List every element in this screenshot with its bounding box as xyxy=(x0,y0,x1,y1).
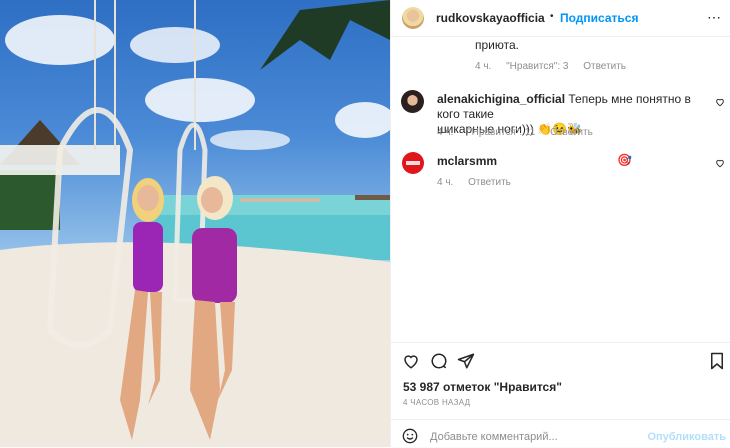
comment-meta: 4 ч. "Нравится": 11 Ответить xyxy=(437,127,605,138)
comment-icon[interactable] xyxy=(430,352,448,370)
action-bar xyxy=(391,342,730,370)
author-username[interactable]: rudkovskayaofficia xyxy=(436,11,545,25)
reply-button[interactable]: Ответить xyxy=(468,177,511,188)
follow-button[interactable]: Подписаться xyxy=(560,11,638,25)
comment-time[interactable]: 4 ч. xyxy=(437,127,453,138)
like-icon[interactable] xyxy=(402,352,420,370)
comment-time[interactable]: 4 ч. xyxy=(437,177,453,188)
commenter-username[interactable]: alenakichigina_official xyxy=(437,92,565,106)
comment-time[interactable]: 4 ч. xyxy=(475,61,491,72)
comment-likes[interactable]: "Нравится": 3 xyxy=(506,61,568,72)
like-comment-icon[interactable] xyxy=(715,97,725,107)
post-photo[interactable] xyxy=(0,0,390,447)
share-icon[interactable] xyxy=(457,352,475,370)
comment-meta: 4 ч. "Нравится": 3 Ответить xyxy=(475,61,638,72)
comment-input[interactable]: Добавьте комментарий... xyxy=(430,431,558,443)
comment-meta: 4 ч. Ответить xyxy=(437,177,523,188)
post-timestamp[interactable]: 4 ЧАСОВ НАЗАД xyxy=(403,398,470,407)
post-panel: rudkovskayaofficia • Подписаться ⋯ приют… xyxy=(390,0,730,447)
post-header: rudkovskayaofficia • Подписаться ⋯ xyxy=(391,0,730,37)
emoji-icon[interactable] xyxy=(402,428,418,444)
author-avatar[interactable] xyxy=(402,7,424,29)
reply-button[interactable]: Ответить xyxy=(583,61,626,72)
commenter-username[interactable]: mclarsmm xyxy=(437,154,497,169)
commenter-avatar[interactable] xyxy=(401,90,424,113)
comment-likes[interactable]: "Нравится": 11 xyxy=(468,127,535,138)
likes-count[interactable]: 53 987 отметок "Нравится" xyxy=(403,380,562,394)
beach-photo xyxy=(0,0,390,447)
comment-text-continued: приюта. xyxy=(475,38,519,52)
add-comment-bar: Добавьте комментарий... Опубликовать xyxy=(391,419,730,448)
comment-emoji: 🎯 xyxy=(617,153,632,167)
header-separator: • xyxy=(550,11,554,22)
reply-button[interactable]: Ответить xyxy=(550,127,593,138)
more-options-icon[interactable]: ⋯ xyxy=(707,9,721,26)
like-comment-icon[interactable] xyxy=(715,158,725,168)
bookmark-icon[interactable] xyxy=(709,352,725,370)
commenter-avatar[interactable] xyxy=(402,152,424,174)
publish-button[interactable]: Опубликовать xyxy=(647,431,726,443)
